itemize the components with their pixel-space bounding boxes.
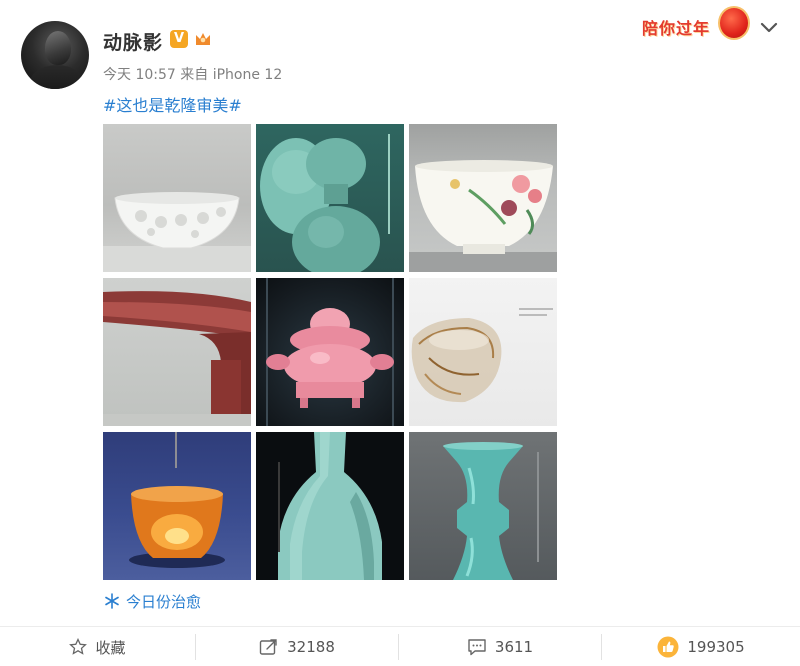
grid-image-5[interactable] <box>256 278 404 426</box>
image-grid <box>103 124 558 580</box>
action-bar: 收藏 32188 3611 199305 <box>0 626 800 666</box>
grid-image-3[interactable] <box>409 124 557 272</box>
post-source: 来自 iPhone 12 <box>180 67 283 83</box>
star-icon <box>69 638 88 655</box>
verified-badge: V <box>170 30 188 48</box>
rutilated-crystal-cup-image <box>411 308 553 403</box>
white-bowl-image <box>103 192 251 272</box>
avatar-head <box>45 31 71 65</box>
amber-cup-image <box>129 432 225 568</box>
topic-label: 今日份治愈 <box>126 593 202 611</box>
like-count: 199305 <box>687 638 745 656</box>
grid-image-8[interactable] <box>256 432 404 580</box>
post-meta: 今天 10:57 来自 iPhone 12 <box>103 64 282 84</box>
grid-image-7[interactable] <box>103 432 251 580</box>
topic-link[interactable]: 今日份治愈 <box>104 591 201 612</box>
grid-image-9[interactable] <box>409 432 557 580</box>
comment-button[interactable]: 3611 <box>399 627 601 666</box>
repost-icon <box>259 639 277 655</box>
celadon-gourd-image <box>260 134 390 272</box>
red-stem-plate-image <box>103 291 251 426</box>
turquoise-gu-vase-image <box>443 442 539 580</box>
famille-rose-bowl-image <box>409 160 557 272</box>
avatar[interactable] <box>21 21 89 89</box>
crown-icon <box>196 33 210 45</box>
hashtag-link[interactable]: #这也是乾隆审美# <box>103 92 242 116</box>
comment-icon <box>468 639 486 656</box>
post-time[interactable]: 今天 10:57 <box>103 67 176 83</box>
avatar-shoulder <box>29 65 85 89</box>
grid-image-4[interactable] <box>103 278 251 426</box>
grid-image-1[interactable] <box>103 124 251 272</box>
new-year-banner[interactable]: 陪你过年 <box>638 6 756 42</box>
favorite-label: 收藏 <box>95 638 126 657</box>
repost-count: 32188 <box>287 638 335 656</box>
chevron-down-icon[interactable] <box>758 16 780 38</box>
grid-image-6[interactable] <box>409 278 557 426</box>
username[interactable]: 动脉影 <box>103 28 163 55</box>
celadon-octagonal-vase-image <box>278 432 382 580</box>
repost-button[interactable]: 32188 <box>196 627 398 666</box>
comment-count: 3611 <box>494 638 534 656</box>
pink-crystal-censer-image <box>266 278 394 426</box>
like-button[interactable]: 199305 <box>602 627 800 666</box>
lantern-icon <box>718 6 750 40</box>
favorite-button[interactable]: 收藏 <box>0 627 195 666</box>
snowflake-icon <box>105 593 119 609</box>
like-icon <box>657 636 679 658</box>
banner-text: 陪你过年 <box>642 19 711 38</box>
grid-image-2[interactable] <box>256 124 404 272</box>
